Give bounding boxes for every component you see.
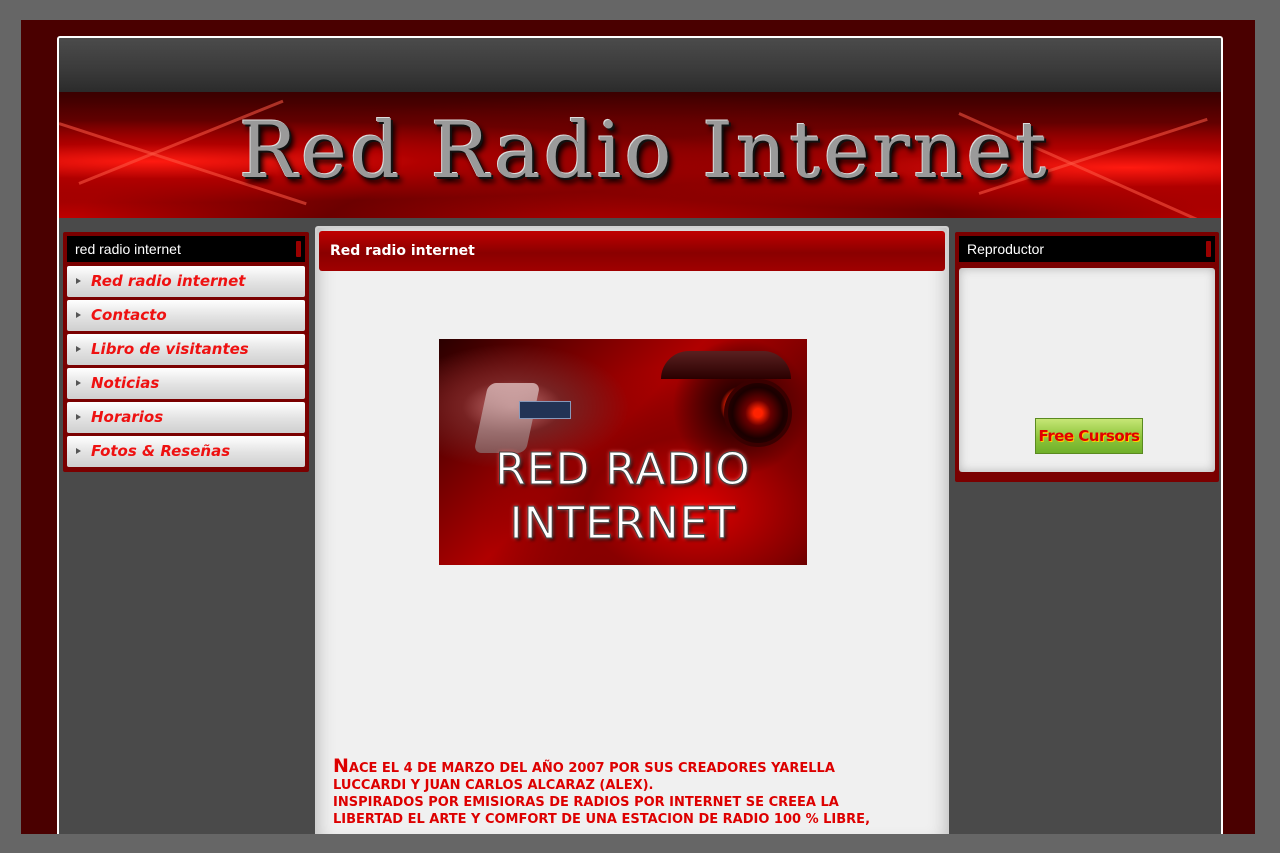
nav-item-libro-de-visitantes[interactable]: Libro de visitantes bbox=[67, 334, 305, 365]
arrow-right-icon bbox=[76, 346, 81, 352]
radio-illustration bbox=[661, 351, 791, 379]
nav-menu: Red radio internet Contacto Libro de vis… bbox=[67, 266, 305, 470]
nav-item-label[interactable]: Horarios bbox=[91, 402, 163, 433]
sidebar-header: red radio internet bbox=[67, 236, 305, 262]
player-area: Free Cursors bbox=[959, 268, 1215, 472]
header-banner: Red Radio Internet bbox=[59, 92, 1221, 218]
content-header: Red radio internet bbox=[319, 231, 945, 271]
arrow-right-icon bbox=[76, 278, 81, 284]
intro-line-4: LIBERTAD EL ARTE Y COMFORT DE UNA ESTACI… bbox=[333, 812, 871, 827]
station-logo-image: RED RADIO INTERNET bbox=[439, 339, 807, 565]
site-title: Red Radio Internet bbox=[239, 106, 1050, 196]
arrow-right-icon bbox=[76, 414, 81, 420]
top-bar bbox=[59, 38, 1221, 92]
nav-item-label[interactable]: Noticias bbox=[91, 368, 159, 399]
nav-item-label[interactable]: Fotos & Reseñas bbox=[91, 436, 230, 467]
station-logo-text: RED RADIO INTERNET bbox=[439, 443, 807, 551]
arrow-right-icon bbox=[76, 312, 81, 318]
left-sidebar: red radio internet Red radio internet Co… bbox=[63, 232, 309, 472]
intro-line-3: INSPIRADOS POR EMISIORAS DE RADIOS POR I… bbox=[333, 795, 839, 810]
free-cursors-badge[interactable]: Free Cursors bbox=[1035, 418, 1143, 454]
nav-item-label[interactable]: Contacto bbox=[91, 300, 167, 331]
grip-icon bbox=[1206, 241, 1211, 257]
intro-line-2: LUCCARDI Y JUAN CARLOS ALCARAZ (ALEX). bbox=[333, 778, 654, 793]
nav-item-red-radio-internet[interactable]: Red radio internet bbox=[67, 266, 305, 297]
drop-cap: N bbox=[333, 755, 349, 777]
nav-item-label[interactable]: Libro de visitantes bbox=[91, 334, 249, 365]
logo-line-2: INTERNET bbox=[509, 498, 737, 550]
radio-display bbox=[519, 401, 571, 419]
nav-item-horarios[interactable]: Horarios bbox=[67, 402, 305, 433]
nav-item-noticias[interactable]: Noticias bbox=[67, 368, 305, 399]
nav-item-contacto[interactable]: Contacto bbox=[67, 300, 305, 331]
logo-line-1: RED RADIO bbox=[495, 444, 751, 496]
intro-paragraph: NACE EL 4 DE MARZO DEL AÑO 2007 POR SUS … bbox=[333, 755, 903, 828]
player-header-label: Reproductor bbox=[967, 241, 1045, 257]
arrow-right-icon bbox=[76, 448, 81, 454]
speaker-icon bbox=[724, 379, 792, 447]
arrow-right-icon bbox=[76, 380, 81, 386]
player-header: Reproductor bbox=[959, 236, 1215, 262]
intro-line-1: ACE EL 4 DE MARZO DEL AÑO 2007 POR SUS C… bbox=[348, 761, 835, 776]
page-container: Red Radio Internet red radio internet Re… bbox=[57, 36, 1223, 834]
main-content: Red radio internet RED RADIO INTERNET NA… bbox=[315, 226, 949, 834]
sidebar-header-label: red radio internet bbox=[75, 241, 181, 257]
grip-icon bbox=[296, 241, 301, 257]
nav-item-fotos-resenas[interactable]: Fotos & Reseñas bbox=[67, 436, 305, 467]
nav-item-label[interactable]: Red radio internet bbox=[91, 266, 245, 297]
right-sidebar: Reproductor Free Cursors bbox=[955, 232, 1219, 482]
